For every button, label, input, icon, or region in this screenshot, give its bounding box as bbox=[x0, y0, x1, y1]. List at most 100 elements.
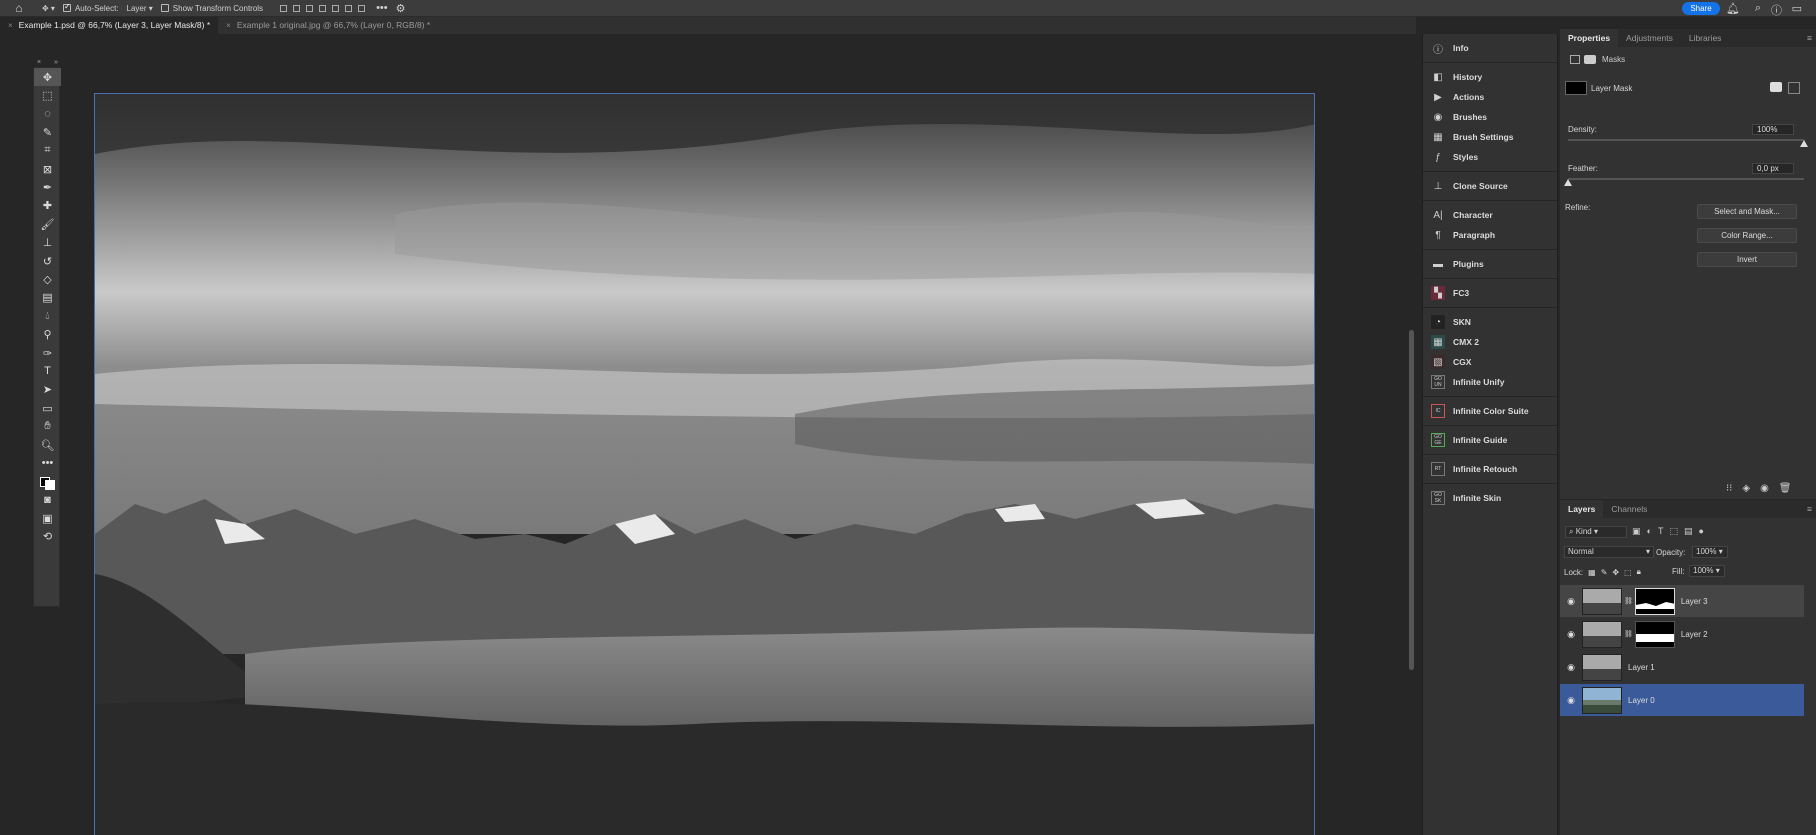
blur-tool-icon[interactable]: 💧︎ bbox=[34, 307, 61, 325]
panel-character[interactable]: A| Character bbox=[1423, 205, 1557, 225]
tab-adjustments[interactable]: Adjustments bbox=[1618, 29, 1681, 47]
layer-row-layer-1[interactable]: ◉ Layer 1 bbox=[1560, 651, 1804, 683]
color-swatches-icon[interactable] bbox=[34, 473, 61, 491]
lasso-tool-icon[interactable]: ◌ bbox=[34, 105, 61, 123]
opacity-field[interactable]: 100% ▾ bbox=[1692, 546, 1728, 558]
select-pixel-mask-icon[interactable] bbox=[1770, 82, 1782, 92]
layer-row-layer-2[interactable]: ◉ ⛓︎ Layer 2 bbox=[1560, 618, 1804, 650]
layer-name[interactable]: Layer 1 bbox=[1628, 663, 1655, 672]
kind-filter[interactable]: ⌕ Kind ▾ bbox=[1565, 526, 1627, 538]
panel-styles[interactable]: ƒ Styles bbox=[1423, 147, 1557, 167]
share-button[interactable]: Share bbox=[1682, 2, 1720, 15]
density-field[interactable]: 100% bbox=[1752, 124, 1794, 135]
blend-mode-select[interactable]: Normal ▾ bbox=[1564, 546, 1654, 558]
eraser-tool-icon[interactable]: ◇ bbox=[34, 270, 61, 288]
lock-transparent-icon[interactable]: ▦ bbox=[1588, 568, 1596, 577]
shape-filter-icon[interactable]: ⬚ bbox=[1669, 526, 1678, 537]
tab-channels[interactable]: Channels bbox=[1603, 500, 1655, 518]
hand-tool-icon[interactable]: ✋︎ bbox=[34, 417, 61, 435]
home-icon[interactable]: ⌂ bbox=[0, 0, 38, 17]
more-tools-icon[interactable]: ••• bbox=[34, 454, 61, 472]
distribute-icon[interactable] bbox=[358, 4, 366, 12]
align-center-icon[interactable] bbox=[293, 4, 301, 12]
feather-slider[interactable] bbox=[1568, 178, 1804, 180]
crop-tool-icon[interactable]: ⌗ bbox=[34, 142, 61, 160]
panel-paragraph[interactable]: ¶ Paragraph bbox=[1423, 225, 1557, 245]
document-canvas-image[interactable] bbox=[94, 93, 1315, 835]
lock-artboard-icon[interactable]: ⬚ bbox=[1624, 568, 1632, 577]
close-icon[interactable]: × bbox=[8, 21, 13, 30]
auto-select-checkbox[interactable] bbox=[62, 2, 71, 12]
layer-mask-thumbnail[interactable] bbox=[1634, 620, 1675, 648]
panel-skn[interactable]: ◔ SKN bbox=[1423, 312, 1557, 332]
path-select-tool-icon[interactable]: ➤ bbox=[34, 381, 61, 399]
lock-all-icon[interactable]: 🔒︎ bbox=[1637, 567, 1641, 577]
collapse-icon[interactable]: » bbox=[54, 59, 58, 68]
panel-infinite-unify[interactable]: GO UN Infinite Unify bbox=[1423, 372, 1557, 392]
select-and-mask-button[interactable]: Select and Mask... bbox=[1697, 204, 1797, 219]
visibility-eye-icon[interactable]: ◉ bbox=[1564, 596, 1578, 607]
edit-toolbar-icon[interactable]: ⟲ bbox=[34, 528, 61, 546]
layer-name[interactable]: Layer 3 bbox=[1681, 597, 1708, 606]
link-icon[interactable]: ⛓︎ bbox=[1624, 630, 1633, 638]
panel-plugins[interactable]: ▬ Plugins bbox=[1423, 254, 1557, 274]
bell-icon[interactable]: 🔔︎ bbox=[1726, 2, 1740, 15]
more-options-icon[interactable]: ••• bbox=[372, 0, 392, 17]
zoom-tool-icon[interactable]: 🔍︎ bbox=[34, 436, 61, 454]
gradient-tool-icon[interactable]: ▤ bbox=[34, 289, 61, 307]
filter-toggle-icon[interactable]: ● bbox=[1698, 526, 1703, 537]
panel-cmx2[interactable]: ▦ CMX 2 bbox=[1423, 332, 1557, 352]
tab-example1-original[interactable]: × Example 1 original.jpg @ 66,7% (Layer 0… bbox=[218, 17, 438, 34]
pixel-filter-icon[interactable]: ▣ bbox=[1632, 526, 1641, 537]
visibility-eye-icon[interactable]: ◉ bbox=[1564, 662, 1578, 673]
feather-field[interactable]: 0,0 px bbox=[1752, 163, 1794, 174]
layer-mask-thumbnail[interactable] bbox=[1634, 587, 1675, 615]
close-icon[interactable]: × bbox=[37, 59, 41, 68]
panel-fc3[interactable]: ▚ FC3 bbox=[1423, 283, 1557, 303]
type-filter-icon[interactable]: T bbox=[1658, 526, 1664, 537]
panel-infinite-skin[interactable]: GO SK Infinite Skin bbox=[1423, 488, 1557, 508]
frame-tool-icon[interactable]: ⊠ bbox=[34, 160, 61, 178]
tab-libraries[interactable]: Libraries bbox=[1681, 29, 1730, 47]
align-right-icon[interactable] bbox=[306, 4, 314, 12]
workspace-icon[interactable]: ▭ bbox=[1792, 2, 1802, 15]
tab-layers[interactable]: Layers bbox=[1560, 500, 1604, 518]
eyedropper-tool-icon[interactable]: ✒ bbox=[34, 178, 61, 196]
shape-tool-icon[interactable]: ▭ bbox=[34, 399, 61, 417]
panel-info[interactable]: ⓘ Info bbox=[1423, 38, 1557, 58]
history-brush-icon[interactable]: ↺ bbox=[34, 252, 61, 270]
transform-controls-toggle[interactable]: Show Transform Controls bbox=[157, 0, 267, 17]
close-icon[interactable]: × bbox=[226, 21, 231, 30]
layer-name[interactable]: Layer 0 bbox=[1628, 696, 1655, 705]
pixel-mask-icon[interactable] bbox=[1570, 55, 1580, 64]
trash-icon[interactable]: 🗑︎ bbox=[1779, 483, 1792, 494]
pen-tool-icon[interactable]: ✑ bbox=[34, 344, 61, 362]
fill-field[interactable]: 100% ▾ bbox=[1689, 565, 1725, 577]
text-tool-icon[interactable]: T bbox=[34, 362, 61, 380]
selection-from-mask-icon[interactable]: ⁝⁝ bbox=[1726, 483, 1732, 494]
quick-select-tool-icon[interactable]: ✎ bbox=[34, 123, 61, 141]
panel-infinite-color-suite[interactable]: IC Infinite Color Suite bbox=[1423, 401, 1557, 421]
align-icons[interactable] bbox=[273, 0, 372, 17]
visibility-icon[interactable]: ◉ bbox=[1760, 483, 1769, 494]
panel-infinite-guide[interactable]: GO GE Infinite Guide bbox=[1423, 430, 1557, 450]
panel-infinite-retouch[interactable]: RT Infinite Retouch bbox=[1423, 459, 1557, 479]
move-tool-icon[interactable]: ✥ bbox=[34, 68, 61, 87]
smart-filter-icon[interactable]: ▤ bbox=[1684, 526, 1693, 537]
add-vector-mask-icon[interactable] bbox=[1788, 82, 1800, 94]
vertical-scrollbar[interactable] bbox=[1409, 330, 1414, 670]
panel-history[interactable]: ◧ History bbox=[1423, 67, 1557, 87]
vector-mask-icon[interactable] bbox=[1584, 55, 1596, 64]
link-icon[interactable]: ⛓︎ bbox=[1624, 597, 1633, 605]
transform-checkbox[interactable] bbox=[160, 4, 169, 12]
density-slider-knob[interactable] bbox=[1800, 140, 1808, 147]
layer-name[interactable]: Layer 2 bbox=[1681, 630, 1708, 639]
invert-button[interactable]: Invert bbox=[1697, 252, 1797, 267]
marquee-tool-icon[interactable]: ⬚ bbox=[34, 86, 61, 104]
search-icon[interactable]: ⌕ bbox=[1755, 2, 1761, 15]
panel-menu-icon[interactable]: ≡ bbox=[1807, 33, 1812, 43]
panel-cgx[interactable]: ▧ CGX bbox=[1423, 352, 1557, 372]
align-bottom-icon[interactable] bbox=[345, 4, 353, 12]
align-middle-icon[interactable] bbox=[332, 4, 340, 12]
panel-actions[interactable]: ▶ Actions bbox=[1423, 87, 1557, 107]
